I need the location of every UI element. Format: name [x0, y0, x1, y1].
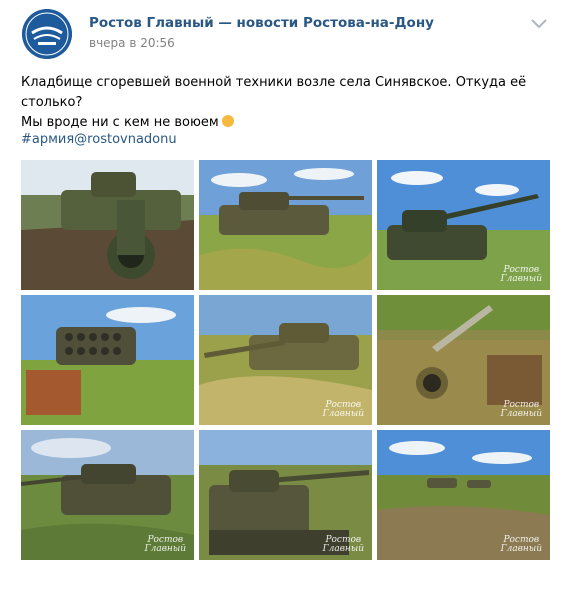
hashtag-link[interactable]: #армия@rostovnadonu [21, 132, 177, 147]
community-logo-icon [22, 9, 72, 59]
wall-post: Ростов Главный — новости Ростова-на-Дону… [0, 0, 576, 597]
photo-2-image [199, 160, 372, 290]
post-text: Кладбище сгоревшей военной техники возле… [21, 73, 561, 133]
post-author-link[interactable]: Ростов Главный — новости Ростова-на-Дону [89, 15, 434, 31]
post-photo-5[interactable]: Ростов Главный [199, 295, 372, 425]
post-text-line-2: Мы вроде ни с кем не воюем [21, 113, 561, 133]
post-photo-9[interactable]: Ростов Главный [377, 430, 550, 560]
post-photo-8[interactable]: Ростов Главный [199, 430, 372, 560]
post-timestamp[interactable]: вчера в 20:56 [89, 36, 175, 50]
photo-5-watermark: Ростов Главный [322, 400, 364, 419]
photo-9-watermark: Ростов Главный [500, 535, 542, 554]
smiling-face-emoji-icon [221, 115, 234, 127]
photo-7-watermark: Ростов Главный [144, 535, 186, 554]
photo-grid: Ростов Главный Ростов Главный Ростов Гла… [21, 160, 550, 560]
post-text-line-1: Кладбище сгоревшей военной техники возле… [21, 75, 527, 110]
photo-4-image [21, 295, 194, 425]
post-photo-4[interactable] [21, 295, 194, 425]
photo-6-watermark: Ростов Главный [500, 400, 542, 419]
post-text-line-2-text: Мы вроде ни с кем не воюем [21, 115, 219, 130]
photo-3-watermark: Ростов Главный [500, 265, 542, 284]
post-photo-6[interactable]: Ростов Главный [377, 295, 550, 425]
photo-8-watermark: Ростов Главный [322, 535, 364, 554]
post-photo-3[interactable]: Ростов Главный [377, 160, 550, 290]
post-photo-7[interactable]: Ростов Главный [21, 430, 194, 560]
photo-1-image [21, 160, 194, 290]
post-photo-1[interactable] [21, 160, 194, 290]
community-avatar[interactable] [22, 9, 72, 59]
post-photo-2[interactable] [199, 160, 372, 290]
chevron-down-icon[interactable] [530, 18, 548, 30]
